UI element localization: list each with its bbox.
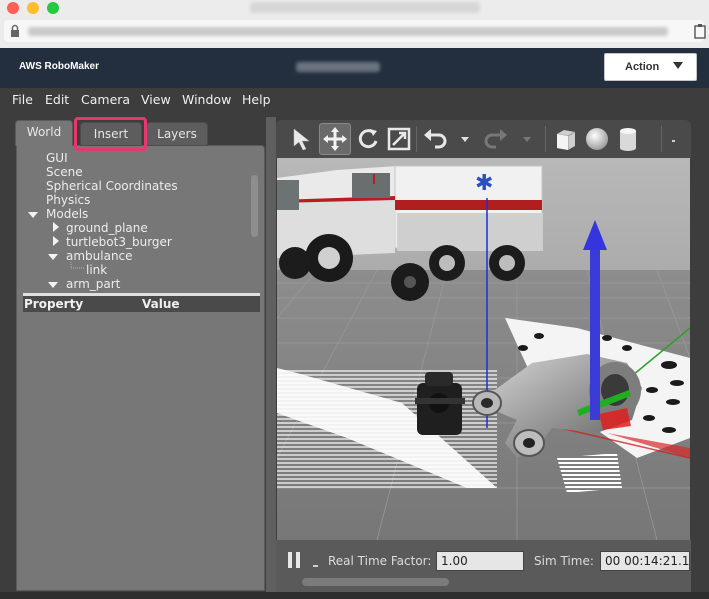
real-time-factor-label: Real Time Factor: <box>328 554 432 568</box>
scene-viewport[interactable]: ✱ <box>277 158 690 540</box>
viewport-right-edge <box>691 117 709 592</box>
scene-render: ✱ <box>277 158 690 540</box>
pause-icon[interactable] <box>286 551 302 569</box>
tree-connector <box>70 262 85 269</box>
menu-view[interactable]: View <box>141 92 171 107</box>
close-window-button[interactable] <box>7 2 19 14</box>
scale-icon[interactable] <box>385 125 413 153</box>
real-time-factor-value: 1.00 <box>436 551 524 571</box>
vertical-splitter[interactable] <box>266 117 276 592</box>
sphere-shape-icon[interactable] <box>583 125 611 153</box>
header-text-redacted <box>296 62 380 72</box>
translate-icon[interactable] <box>321 125 349 153</box>
tree-item-spherical-coordinates[interactable]: Spherical Coordinates <box>46 179 178 193</box>
horizontal-scrollbar[interactable] <box>302 578 449 586</box>
toolbar-separator <box>661 126 662 152</box>
tree-item-models[interactable]: Models <box>46 207 88 221</box>
tab-layers[interactable]: Layers <box>146 122 208 146</box>
more-icon[interactable] <box>668 125 682 153</box>
clipboard-icon[interactable] <box>694 23 706 39</box>
step-icon[interactable] <box>313 565 318 567</box>
expand-arrow-icon[interactable] <box>28 212 38 218</box>
tree-item-gui[interactable]: GUI <box>46 151 68 165</box>
maximize-window-button[interactable] <box>47 2 59 14</box>
sim-time-label: Sim Time: <box>534 554 594 568</box>
cylinder-shape-icon[interactable] <box>614 125 642 153</box>
value-column-header: Value <box>142 297 180 311</box>
toolbar-separator <box>545 126 546 152</box>
menu-help[interactable]: Help <box>242 92 271 107</box>
action-label: Action <box>625 61 660 73</box>
menu-camera[interactable]: Camera <box>81 92 130 107</box>
collapse-arrow-icon[interactable] <box>53 222 59 232</box>
minimize-window-button[interactable] <box>27 2 39 14</box>
chevron-down-icon <box>673 62 683 69</box>
menu-window[interactable]: Window <box>182 92 231 107</box>
property-column-header: Property <box>24 297 84 311</box>
menu-edit[interactable]: Edit <box>45 92 69 107</box>
undo-icon[interactable] <box>421 125 449 153</box>
tree-item-turtlebot3-burger[interactable]: turtlebot3_burger <box>66 235 172 249</box>
insert-tab-highlight <box>74 117 147 151</box>
collapse-arrow-icon[interactable] <box>53 236 59 246</box>
svg-text:✱: ✱ <box>475 171 493 196</box>
tree-scrollbar[interactable] <box>251 175 258 237</box>
tree-item-link[interactable]: link <box>86 263 107 277</box>
tab-world[interactable]: World <box>15 120 73 146</box>
url-text-redacted <box>28 27 668 36</box>
lock-icon <box>11 24 19 37</box>
tree-item-ground-plane[interactable]: ground_plane <box>66 221 148 235</box>
redo-dropdown-icon[interactable] <box>521 125 533 153</box>
rotate-icon[interactable] <box>354 125 382 153</box>
bottom-strip <box>0 592 709 599</box>
brand-title: AWS RoboMaker <box>19 61 100 72</box>
expand-arrow-icon[interactable] <box>48 282 58 288</box>
box-shape-icon[interactable] <box>552 125 580 153</box>
window-title-redacted <box>250 2 480 13</box>
redo-icon[interactable] <box>482 125 510 153</box>
tree-item-physics[interactable]: Physics <box>46 193 90 207</box>
undo-dropdown-icon[interactable] <box>459 125 471 153</box>
tree-item-arm-part[interactable]: arm_part <box>66 277 120 291</box>
sim-time-value: 00 00:14:21.1 <box>600 551 690 571</box>
action-dropdown-button[interactable]: Action <box>604 53 697 81</box>
tree-item-scene[interactable]: Scene <box>46 165 83 179</box>
expand-arrow-icon[interactable] <box>48 254 58 260</box>
toolbar-separator <box>416 126 417 152</box>
menu-file[interactable]: File <box>12 92 33 107</box>
tree-item-ambulance[interactable]: ambulance <box>66 249 133 263</box>
select-arrow-icon[interactable] <box>287 125 315 153</box>
